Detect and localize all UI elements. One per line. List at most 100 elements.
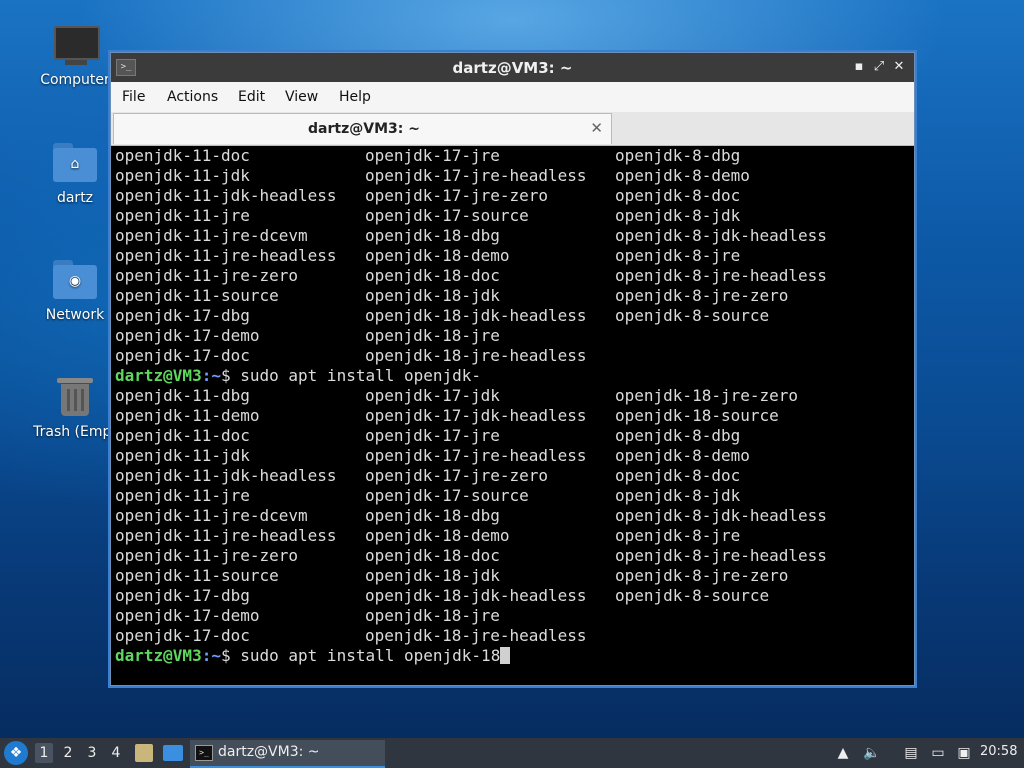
workspace-3[interactable]: 3 [83,743,101,763]
completion-entry: openjdk-18-dbg [365,506,500,525]
completion-entry: openjdk-11-source [115,566,279,585]
completion-entry: openjdk-18-jre [365,606,500,625]
completion-entry: openjdk-17-jdk [365,386,500,405]
completion-entry: openjdk-8-jdk-headless [615,226,827,245]
updates-tray-icon[interactable]: ▣ [954,743,974,763]
tab-label: dartz@VM3: ~ [308,121,420,137]
menu-view[interactable]: View [285,89,318,105]
completion-entry: openjdk-11-doc [115,426,250,445]
completion-entry: openjdk-11-jdk-headless [115,466,337,485]
prompt-path: :~ [201,366,221,385]
completion-entry: openjdk-11-demo [115,406,260,425]
completion-entry: openjdk-8-source [615,306,770,325]
terminal-window[interactable]: >_ dartz@VM3: ~ ▪ ⤢ ✕ File Actions Edit … [110,52,915,686]
completion-entry: openjdk-18-jre-zero [615,386,799,405]
completion-entry: openjdk-8-dbg [615,426,741,445]
completion-entry: openjdk-17-jre [365,146,500,165]
completion-entry: openjdk-11-jdk [115,446,250,465]
prompt-user: dartz@VM3 [115,646,202,665]
start-menu-icon[interactable]: ❖ [4,741,28,765]
terminal-prompt-line: dartz@VM3:~$ sudo apt install openjdk- [115,366,481,386]
completion-entry: openjdk-8-source [615,586,770,605]
clock: 20:58 [980,744,1018,759]
completion-entry: openjdk-17-source [365,206,529,225]
completion-entry: openjdk-18-source [615,406,779,425]
completion-entry: openjdk-18-jdk-headless [365,306,587,325]
completion-entry: openjdk-18-jre [365,326,500,345]
tab-bar: dartz@VM3: ~ ✕ [111,112,914,146]
completion-entry: openjdk-11-jre-zero [115,266,299,285]
text-cursor [500,647,511,664]
completion-entry: openjdk-8-doc [615,466,741,485]
close-icon[interactable]: ✕ [891,59,907,75]
minimize-icon[interactable]: ▪ [851,59,867,75]
completion-entry: openjdk-17-jdk-headless [365,406,587,425]
completion-entry: openjdk-18-demo [365,526,510,545]
completion-entry: openjdk-18-dbg [365,226,500,245]
completion-entry: openjdk-11-doc [115,146,250,165]
prompt-symbol: $ [220,366,241,385]
trash-icon [51,372,99,420]
completion-entry: openjdk-8-jre-zero [615,566,789,585]
completion-entry: openjdk-8-jdk [615,486,741,505]
completion-entry: openjdk-8-jre [615,526,741,545]
window-titlebar[interactable]: >_ dartz@VM3: ~ ▪ ⤢ ✕ [111,53,914,82]
tray-up-arrow-icon[interactable]: ▲ [836,743,850,763]
completion-entry: openjdk-11-source [115,286,279,305]
completion-entry: openjdk-18-demo [365,246,510,265]
completion-entry: openjdk-17-dbg [115,306,250,325]
menu-actions[interactable]: Actions [167,89,218,105]
completion-entry: openjdk-11-jre-dcevm [115,226,308,245]
completion-entry: openjdk-8-doc [615,186,741,205]
window-title: dartz@VM3: ~ [452,59,573,77]
completion-entry: openjdk-17-jre-zero [365,186,549,205]
completion-entry: openjdk-17-demo [115,326,260,345]
workspace-4[interactable]: 4 [107,743,125,763]
completion-entry: openjdk-18-doc [365,266,500,285]
terminal-icon: >_ [195,745,213,761]
maximize-icon[interactable]: ⤢ [871,59,887,75]
terminal-output[interactable]: openjdk-11-doc openjdk-17-jre openjdk-8-db… [113,146,912,682]
completion-entry: openjdk-8-jre-headless [615,266,827,285]
workspace-2[interactable]: 2 [59,743,77,763]
completion-entry: openjdk-17-doc [115,346,250,365]
menu-file[interactable]: File [122,89,145,105]
completion-entry: openjdk-17-doc [115,626,250,645]
completion-entry: openjdk-17-jre-zero [365,466,549,485]
completion-entry: openjdk-11-jre [115,486,250,505]
workspace-1[interactable]: 1 [35,743,53,763]
network-folder-icon: ◉ [51,255,99,303]
computer-icon [51,20,100,68]
menubar: File Actions Edit View Help [111,82,914,112]
file-manager-icon[interactable] [135,744,153,762]
volume-icon[interactable]: 🔈 [862,743,882,763]
clipboard-icon[interactable]: ▤ [902,743,920,763]
completion-entry: openjdk-17-jre-headless [365,166,587,185]
completion-entry: openjdk-17-jre-headless [365,446,587,465]
task-terminal-button[interactable]: >_ dartz@VM3: ~ [190,740,385,768]
prompt-symbol: $ [220,646,241,665]
command-text: sudo apt install openjdk-18 [240,646,501,665]
completion-entry: openjdk-17-jre [365,426,500,445]
network-tray-icon[interactable]: ▭ [928,743,948,763]
tab-terminal[interactable]: dartz@VM3: ~ ✕ [113,113,612,144]
show-desktop-icon[interactable] [163,745,183,761]
completion-entry: openjdk-8-demo [615,446,750,465]
completion-entry: openjdk-18-jre-headless [365,346,587,365]
completion-entry: openjdk-18-jdk [365,566,500,585]
completion-entry: openjdk-17-source [365,486,529,505]
menu-help[interactable]: Help [339,89,371,105]
completion-entry: openjdk-11-jre-headless [115,526,337,545]
completion-entry: openjdk-11-jdk-headless [115,186,337,205]
completion-entry: openjdk-11-jre-dcevm [115,506,308,525]
completion-entry: openjdk-8-demo [615,166,750,185]
menu-edit[interactable]: Edit [238,89,265,105]
completion-entry: openjdk-18-doc [365,546,500,565]
completion-entry: openjdk-18-jre-headless [365,626,587,645]
completion-entry: openjdk-18-jdk-headless [365,586,587,605]
completion-entry: openjdk-17-demo [115,606,260,625]
prompt-path: :~ [201,646,221,665]
desktop: { "desktop": { "icons": [ {"label": "Com… [0,0,1024,768]
tab-close-icon[interactable]: ✕ [590,119,603,137]
home-folder-icon: ⌂ [51,138,99,186]
